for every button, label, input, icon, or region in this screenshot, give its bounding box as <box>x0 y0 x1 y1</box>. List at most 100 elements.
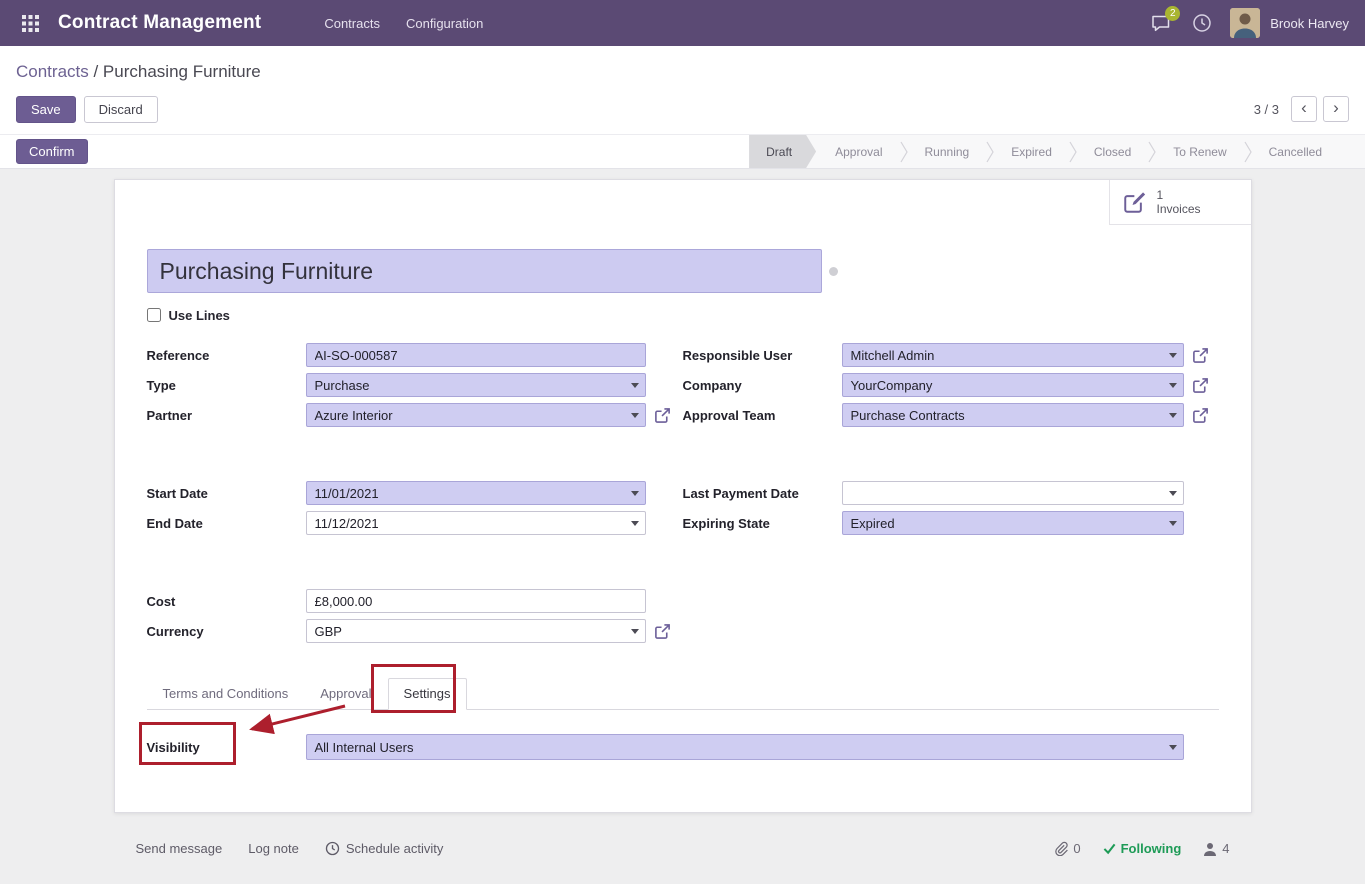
state-cancelled[interactable]: Cancelled <box>1252 135 1339 168</box>
spacer <box>147 541 683 589</box>
state-expired[interactable]: Expired <box>994 135 1069 168</box>
last-payment-date-label: Last Payment Date <box>683 486 842 501</box>
apps-grid-icon[interactable] <box>16 9 44 37</box>
attachments-button[interactable]: 0 <box>1054 841 1080 856</box>
tab-settings[interactable]: Settings <box>388 678 467 710</box>
invoices-count: 1 <box>1157 188 1201 202</box>
check-icon <box>1103 842 1116 855</box>
translate-indicator-dot <box>829 267 838 276</box>
currency-external-link-icon[interactable] <box>654 622 672 640</box>
last-payment-date-field[interactable] <box>842 481 1184 505</box>
responsible-user-external-link-icon[interactable] <box>1192 346 1210 364</box>
log-note-button[interactable]: Log note <box>248 841 299 856</box>
menu-configuration[interactable]: Configuration <box>393 8 496 39</box>
main-menu: Contracts Configuration <box>311 8 496 39</box>
partner-label: Partner <box>147 408 306 423</box>
form-statusbar: Confirm Draft Approval Running Expired C… <box>0 134 1365 169</box>
expiring-state-label: Expiring State <box>683 516 842 531</box>
avatar-photo <box>1230 8 1260 38</box>
pencil-square-icon <box>1122 189 1148 215</box>
notebook-tabs: Terms and Conditions Approval Settings <box>147 678 1219 710</box>
breadcrumb-separator: / <box>89 62 103 81</box>
start-date-field[interactable]: 11/01/2021 <box>306 481 646 505</box>
state-to-renew[interactable]: To Renew <box>1156 135 1243 168</box>
following-button[interactable]: Following <box>1103 841 1182 856</box>
menu-contracts[interactable]: Contracts <box>311 8 393 39</box>
record-pager: 3 / 3 ‹ › <box>1254 96 1349 122</box>
navbar-systray: 2 Brook Harvey <box>1148 8 1349 38</box>
cost-label: Cost <box>147 594 306 609</box>
start-date-label: Start Date <box>147 486 306 501</box>
end-date-label: End Date <box>147 516 306 531</box>
following-label: Following <box>1121 841 1182 856</box>
type-select[interactable]: Purchase <box>306 373 646 397</box>
expiring-state-select[interactable]: Expired <box>842 511 1184 535</box>
pager-next-button[interactable]: › <box>1323 96 1349 122</box>
send-message-button[interactable]: Send message <box>136 841 223 856</box>
messages-icon[interactable]: 2 <box>1148 10 1174 36</box>
breadcrumb: Contracts / Purchasing Furniture <box>16 62 1349 82</box>
grid-icon <box>22 15 39 32</box>
user-avatar[interactable] <box>1230 8 1260 38</box>
send-message-label: Send message <box>136 841 223 856</box>
company-field[interactable]: YourCompany <box>842 373 1184 397</box>
pager-previous-button[interactable]: ‹ <box>1291 96 1317 122</box>
messages-badge: 2 <box>1165 6 1180 21</box>
clock-icon <box>325 841 340 856</box>
breadcrumb-contracts-link[interactable]: Contracts <box>16 62 89 81</box>
person-icon <box>1203 842 1217 856</box>
state-running[interactable]: Running <box>908 135 987 168</box>
state-closed[interactable]: Closed <box>1077 135 1148 168</box>
log-note-label: Log note <box>248 841 299 856</box>
state-approval[interactable]: Approval <box>818 135 899 168</box>
approval-team-external-link-icon[interactable] <box>1192 406 1210 424</box>
tab-terms-and-conditions[interactable]: Terms and Conditions <box>147 678 305 710</box>
followers-button[interactable]: 4 <box>1203 841 1229 856</box>
activities-icon[interactable] <box>1189 10 1215 36</box>
state-draft[interactable]: Draft <box>749 135 816 168</box>
pager-count: 3 / 3 <box>1254 102 1279 117</box>
company-label: Company <box>683 378 842 393</box>
currency-field[interactable]: GBP <box>306 619 646 643</box>
chatter: Send message Log note Schedule activity … <box>114 841 1252 856</box>
save-button[interactable]: Save <box>16 96 76 123</box>
responsible-user-label: Responsible User <box>683 348 842 363</box>
state-separator-icon <box>1148 140 1156 164</box>
tab-approval[interactable]: Approval <box>304 678 387 710</box>
company-external-link-icon[interactable] <box>1192 376 1210 394</box>
end-date-field[interactable]: 11/12/2021 <box>306 511 646 535</box>
approval-team-label: Approval Team <box>683 408 842 423</box>
approval-team-field[interactable]: Purchase Contracts <box>842 403 1184 427</box>
clock-icon <box>1192 13 1212 33</box>
reference-input[interactable] <box>306 343 646 367</box>
app-title: Contract Management <box>58 12 261 34</box>
visibility-label: Visibility <box>147 740 306 755</box>
state-separator-icon <box>986 140 994 164</box>
use-lines-checkbox[interactable] <box>147 308 161 322</box>
invoices-label: Invoices <box>1157 202 1201 216</box>
breadcrumb-current: Purchasing Furniture <box>103 62 261 81</box>
user-name[interactable]: Brook Harvey <box>1270 16 1349 31</box>
spacer <box>683 433 1219 481</box>
state-separator-icon <box>1069 140 1077 164</box>
responsible-user-field[interactable]: Mitchell Admin <box>842 343 1184 367</box>
schedule-activity-button[interactable]: Schedule activity <box>325 841 444 856</box>
control-panel: Contracts / Purchasing Furniture Save Di… <box>0 46 1365 134</box>
invoices-stat-button[interactable]: 1 Invoices <box>1109 180 1251 225</box>
statusbar-states: Draft Approval Running Expired Closed To… <box>749 135 1365 168</box>
cost-input[interactable] <box>306 589 646 613</box>
followers-count: 4 <box>1222 841 1229 856</box>
contract-management-page: Contract Management Contracts Configurat… <box>0 0 1365 884</box>
top-navbar: Contract Management Contracts Configurat… <box>0 0 1365 46</box>
partner-external-link-icon[interactable] <box>654 406 672 424</box>
visibility-select[interactable]: All Internal Users <box>306 734 1184 760</box>
state-separator-icon <box>900 140 908 164</box>
reference-label: Reference <box>147 348 306 363</box>
form-sheet: 1 Invoices Use Lines Reference <box>114 179 1252 813</box>
settings-tab-pane: Visibility All Internal Users <box>147 734 1219 760</box>
contract-title-input[interactable] <box>147 249 822 293</box>
partner-field[interactable]: Azure Interior <box>306 403 646 427</box>
confirm-button[interactable]: Confirm <box>16 139 88 164</box>
state-separator-icon <box>1244 140 1252 164</box>
discard-button[interactable]: Discard <box>84 96 158 123</box>
